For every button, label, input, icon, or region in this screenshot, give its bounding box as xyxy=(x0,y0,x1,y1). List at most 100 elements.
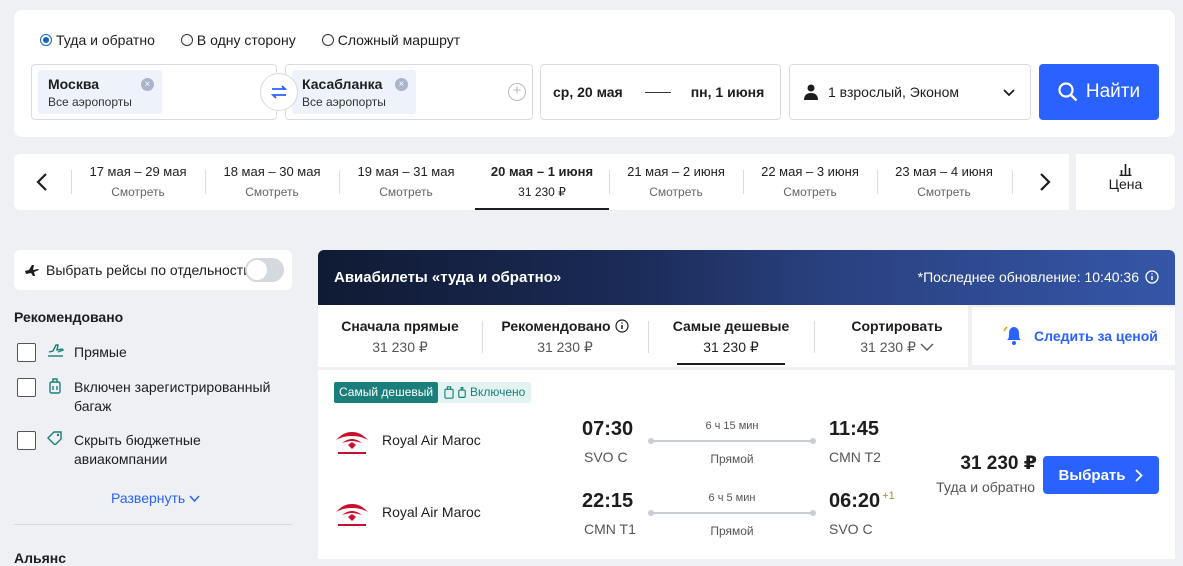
trip-type-multi[interactable]: Сложный маршрут xyxy=(321,32,460,48)
date-option[interactable]: 21 мая – 2 июня Смотреть xyxy=(609,154,743,210)
add-destination-icon[interactable]: + xyxy=(508,83,526,101)
passengers-field[interactable]: 1 взрослый, Эконом xyxy=(789,64,1031,120)
destination-chip[interactable]: Касабланка Все аэропорты × xyxy=(292,70,416,114)
filter-budget[interactable]: Скрыть бюджетные авиакомпании xyxy=(17,431,287,469)
baggage-badge: Включено xyxy=(438,382,532,403)
select-ticket-button[interactable]: Выбрать xyxy=(1043,456,1159,494)
price-note: Туда и обратно xyxy=(936,479,1035,495)
bell-icon xyxy=(1003,326,1021,345)
recommended-title: Рекомендовано xyxy=(14,309,124,325)
flight-duration: 6 ч 5 мин xyxy=(708,492,756,504)
sort-recommended[interactable]: Рекомендовано 31 230 ₽ xyxy=(483,305,647,367)
clear-destination-icon[interactable]: × xyxy=(394,78,408,91)
ticket-price: 31 230 ₽ xyxy=(960,453,1037,474)
date-option[interactable]: 22 мая – 3 июня Смотреть xyxy=(743,154,877,210)
flight-duration: 6 ч 15 мин xyxy=(705,420,759,432)
departure-time: 07:30 xyxy=(582,418,634,440)
date-dash xyxy=(644,91,671,93)
search-panel: Туда и обратно В одну сторону Сложный ма… xyxy=(14,10,1175,137)
route-line xyxy=(648,438,816,444)
date-option[interactable]: 18 мая – 30 мая Смотреть xyxy=(205,154,339,210)
origin-chip[interactable]: Москва Все аэропорты × xyxy=(38,70,162,114)
origin-city: Москва xyxy=(48,76,100,92)
airline-name: Royal Air Maroc xyxy=(382,504,481,520)
destination-city: Касабланка xyxy=(302,76,383,92)
person-icon xyxy=(804,84,818,100)
depart-date: ср, 20 мая xyxy=(553,84,623,100)
sort-bar: Сначала прямые 31 230 ₽ Рекомендовано 31… xyxy=(318,305,968,367)
trip-type-group: Туда и обратно В одну сторону Сложный ма… xyxy=(40,32,460,48)
origin-airports: Все аэропорты xyxy=(48,95,132,109)
chevron-right-icon xyxy=(1040,173,1051,191)
tag-icon xyxy=(47,431,62,445)
divider xyxy=(1012,170,1013,194)
swap-arrows-icon xyxy=(270,85,288,99)
trip-type-round[interactable]: Туда и обратно xyxy=(40,32,155,48)
date-option[interactable]: 23 мая – 4 июня Смотреть xyxy=(877,154,1011,210)
info-icon[interactable] xyxy=(615,319,629,333)
baggage-icon xyxy=(49,378,61,394)
stops-label: Прямой xyxy=(710,524,754,538)
checkbox[interactable] xyxy=(17,431,36,450)
swap-button[interactable] xyxy=(260,73,298,111)
divider xyxy=(14,524,292,525)
date-option[interactable]: 19 мая – 31 мая Смотреть xyxy=(339,154,473,210)
destination-field[interactable]: Касабланка Все аэропорты × + xyxy=(285,64,533,120)
toggle-label: Выбрать рейсы по отдельности xyxy=(46,262,252,278)
toggle-switch[interactable] xyxy=(245,258,284,282)
baggage-icon xyxy=(444,386,454,399)
date-option[interactable]: 17 мая – 29 мая Смотреть xyxy=(71,154,205,210)
sort-direct-first[interactable]: Сначала прямые 31 230 ₽ xyxy=(318,305,482,367)
separate-flights-toggle[interactable]: Выбрать рейсы по отдельности xyxy=(14,250,292,290)
chevron-left-icon xyxy=(36,173,47,191)
date-option-selected[interactable]: 20 мая – 1 июня 31 230 ₽ xyxy=(475,154,609,210)
arrival-time: 11:45 xyxy=(829,418,880,440)
royal-air-maroc-logo xyxy=(336,432,368,454)
airline-name: Royal Air Maroc xyxy=(382,432,481,448)
next-dates-button[interactable] xyxy=(1031,168,1059,196)
results-header: Авиабилеты «туда и обратно» *Последнее о… xyxy=(318,250,1175,305)
bar-chart-icon xyxy=(1119,164,1132,176)
trip-type-oneway[interactable]: В одну сторону xyxy=(180,32,296,48)
origin-field[interactable]: Москва Все аэропорты × xyxy=(31,64,277,120)
find-button-label: Найти xyxy=(1085,81,1141,102)
expand-filters-link[interactable]: Развернуть xyxy=(111,490,200,506)
route-line xyxy=(648,510,816,516)
watch-price-button[interactable]: Следить за ценой xyxy=(972,307,1175,365)
direct-flight-icon xyxy=(47,344,64,357)
ticket-card[interactable]: Самый дешевый Включено Royal Air Maroc 0… xyxy=(318,370,1175,559)
dates-field[interactable]: ср, 20 мая пн, 1 июня xyxy=(540,64,781,120)
prev-dates-button[interactable] xyxy=(28,168,56,196)
search-icon xyxy=(1058,82,1078,102)
checkbox[interactable] xyxy=(17,343,36,362)
chevron-down-icon xyxy=(189,495,200,503)
chevron-down-icon xyxy=(1003,89,1015,97)
stops-label: Прямой xyxy=(710,452,754,466)
radio-icon[interactable] xyxy=(40,34,52,46)
price-chart-tab[interactable]: Цена xyxy=(1076,154,1175,210)
departure-time: 22:15 xyxy=(582,490,634,512)
clear-origin-icon[interactable]: × xyxy=(140,78,154,91)
sort-dropdown[interactable]: Сортировать 31 230 ₽ xyxy=(815,305,979,367)
chevron-right-icon xyxy=(1135,468,1144,482)
checkbox[interactable] xyxy=(17,378,36,397)
filter-direct[interactable]: Прямые xyxy=(17,343,127,362)
find-button[interactable]: Найти xyxy=(1039,64,1159,120)
price-tab-label: Цена xyxy=(1108,176,1143,192)
departure-airport: SVO C xyxy=(584,449,628,465)
return-leg: Royal Air Maroc 22:15 CMN T1 6 ч 5 мин П… xyxy=(318,488,918,548)
arrival-airport: CMN T2 xyxy=(829,449,881,465)
sort-cheapest[interactable]: Самые дешевые 31 230 ₽ xyxy=(649,305,813,367)
last-update: *Последнее обновление: 10:40:36 xyxy=(918,269,1159,285)
outbound-leg: Royal Air Maroc 07:30 SVO C 6 ч 15 мин П… xyxy=(318,416,918,476)
results-title: Авиабилеты «туда и обратно» xyxy=(334,269,562,286)
arrival-airport: SVO C xyxy=(829,521,873,537)
carry-on-icon xyxy=(458,387,466,398)
royal-air-maroc-logo xyxy=(336,504,368,526)
radio-icon[interactable] xyxy=(180,34,193,46)
destination-airports: Все аэропорты xyxy=(302,95,386,109)
radio-icon[interactable] xyxy=(321,34,334,46)
date-carousel: 17 мая – 29 мая Смотреть 18 мая – 30 мая С… xyxy=(14,154,1069,210)
filter-baggage[interactable]: Включен зарегистрированный багаж xyxy=(17,378,287,416)
info-icon[interactable] xyxy=(1145,270,1159,284)
